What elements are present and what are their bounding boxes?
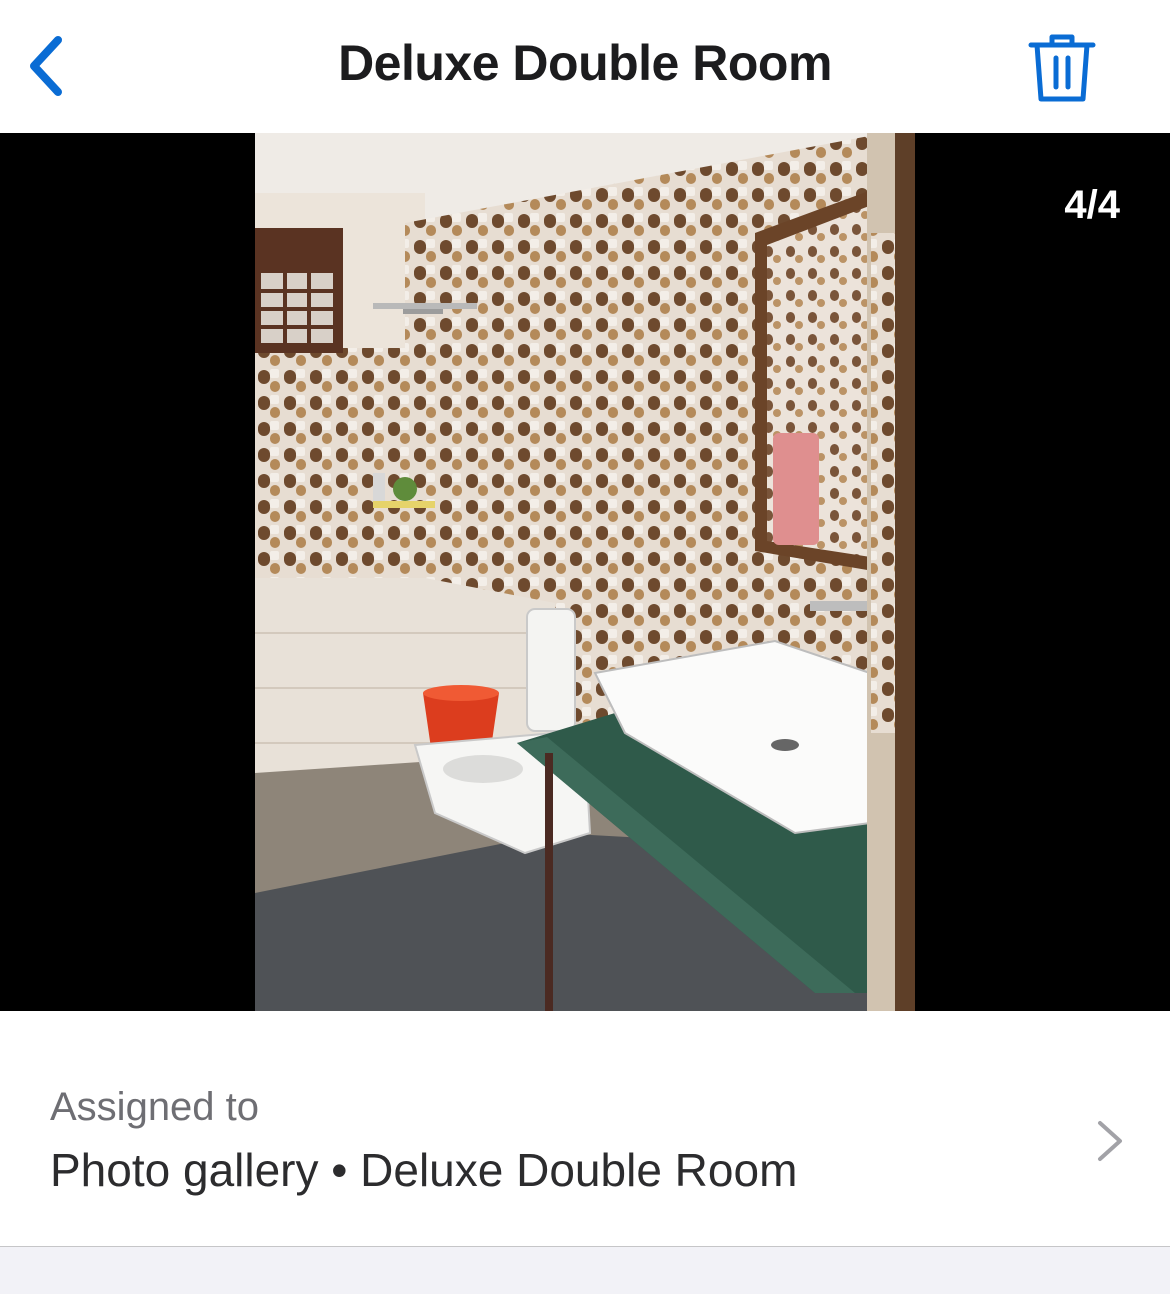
assigned-to-label: Assigned to <box>50 1085 260 1129</box>
assigned-to-value: Photo gallery • Deluxe Double Room <box>50 1144 798 1196</box>
delete-button[interactable] <box>1022 28 1102 108</box>
chevron-right-icon <box>1098 1121 1122 1161</box>
page-title: Deluxe Double Room <box>338 35 832 91</box>
photo-counter: 4/4 <box>1064 183 1120 227</box>
bathroom-photo-illustration <box>255 133 915 1011</box>
bottom-background <box>0 1247 1170 1294</box>
assignment-row[interactable]: Assigned to Photo gallery • Deluxe Doubl… <box>0 1011 1170 1246</box>
room-photo[interactable] <box>255 133 915 1011</box>
navigation-header: Deluxe Double Room <box>0 0 1170 133</box>
photo-viewer[interactable]: 4/4 <box>0 133 1170 1011</box>
trash-icon <box>1028 34 1096 102</box>
